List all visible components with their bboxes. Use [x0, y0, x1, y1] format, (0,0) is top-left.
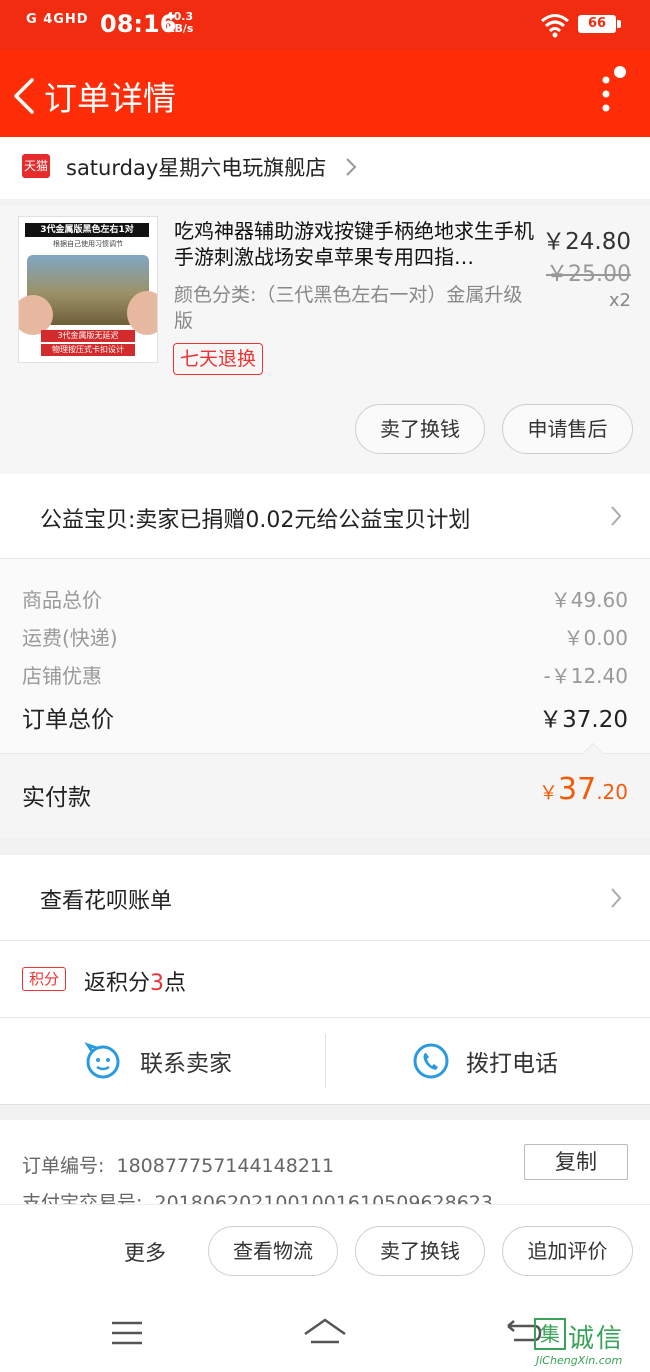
page-title: 订单详情 — [44, 79, 176, 118]
store-row[interactable]: 天猫 saturday星期六电玩旗舰店 — [0, 137, 650, 199]
thumbnail-caption: 3代金属版黑色左右1对 — [25, 223, 149, 237]
product-title[interactable]: 吃鸡神器辅助游戏按键手柄绝地求生手机手游刺激战场安卓苹果专用四指… — [174, 218, 538, 270]
order-number-label: 订单编号: — [22, 1155, 105, 1177]
header: 订单详情 — [0, 50, 650, 137]
points-text: 返积分3点 — [84, 965, 186, 997]
points-number: 3 — [150, 971, 165, 996]
watermark-chars: 诚信 — [568, 1324, 625, 1354]
thumbnail-caption-bottom: 物理按压式卡扣设计 — [41, 344, 135, 356]
watermark-url: JiChengXin.com — [536, 1354, 623, 1367]
product-thumbnail[interactable]: 3代金属版黑色左右1对 根据自己使用习惯调节 3代金属版无延迟 物理按压式卡扣设… — [18, 216, 158, 363]
payment-decimal: .20 — [596, 780, 628, 804]
thumbnail-caption-mid: 3代金属版无延迟 — [41, 330, 135, 342]
status-bar: G 4GHD 08:16 40.3 KB/s 66 — [0, 0, 650, 50]
charity-text: 公益宝贝:卖家已捐赠0.02元给公益宝贝计划 — [40, 508, 471, 533]
tmall-badge: 天猫 — [22, 154, 50, 178]
cost-row-discount: 店铺优惠 -￥12.40 — [22, 660, 628, 690]
copy-button[interactable]: 复制 — [524, 1144, 628, 1180]
product-original-price: ￥25.00 — [546, 262, 631, 287]
add-review-button[interactable]: 追加评价 — [502, 1226, 633, 1276]
sell-for-cash-button[interactable]: 卖了换钱 — [355, 1226, 485, 1276]
order-total-row: 订单总价 ￥37.20 — [22, 700, 628, 733]
hand-right-image — [127, 291, 157, 335]
more-button[interactable]: 更多 — [124, 1237, 166, 1267]
network-speed: 40.3 KB/s — [166, 11, 193, 35]
cost-label: 运费(快递) — [22, 626, 118, 650]
cost-label: 商品总价 — [22, 588, 102, 612]
chevron-right-icon — [611, 888, 622, 908]
points-tag: 积分 — [22, 967, 66, 991]
call-phone-button[interactable]: 拨打电话 — [326, 1018, 650, 1104]
order-total-value: ￥37.20 — [539, 707, 628, 733]
actual-payment-value: ￥37.20 — [539, 772, 628, 807]
points-suffix: 点 — [164, 971, 187, 996]
product-quantity: x2 — [608, 290, 631, 311]
order-info: 订单编号: 180877757144148211 支付宝交易号: 2018062… — [0, 1120, 650, 1210]
signal-indicator: G 4GHD — [26, 12, 89, 27]
contact-seller-label: 联系卖家 — [140, 1051, 232, 1077]
product-spec: 颜色分类:（三代黑色左右一对）金属升级版 — [174, 284, 523, 332]
battery-icon: 66 — [578, 15, 621, 33]
return-policy-tag: 七天退换 — [173, 343, 264, 375]
chevron-right-icon — [346, 158, 357, 176]
store-name[interactable]: saturday星期六电玩旗舰店 — [66, 152, 326, 182]
product-price: ￥24.80 — [542, 229, 631, 255]
cost-value: ￥49.60 — [550, 588, 628, 612]
chevron-right-icon — [611, 506, 622, 526]
sell-for-cash-button[interactable]: 卖了换钱 — [355, 404, 485, 454]
charity-row[interactable]: 公益宝贝:卖家已捐赠0.02元给公益宝贝计划 — [0, 474, 650, 559]
back-chevron-icon[interactable] — [10, 76, 40, 116]
contact-seller-button[interactable]: 联系卖家 — [0, 1018, 325, 1104]
order-number-line: 订单编号: 180877757144148211 — [22, 1151, 334, 1178]
product-card: 3代金属版黑色左右1对 根据自己使用习惯调节 3代金属版无延迟 物理按压式卡扣设… — [0, 206, 650, 474]
more-vertical-icon[interactable] — [596, 72, 616, 116]
currency-symbol: ￥ — [538, 782, 558, 804]
watermark-logo: 集 诚信 JiChengXin.com — [534, 1318, 646, 1368]
after-sales-button[interactable]: 申请售后 — [502, 404, 633, 454]
notification-dot — [614, 66, 626, 78]
cost-label: 店铺优惠 — [22, 664, 102, 688]
actual-payment-label: 实付款 — [22, 785, 91, 811]
watermark-box-char: 集 — [534, 1318, 566, 1350]
huabei-bill-row[interactable]: 查看花呗账单 — [0, 855, 650, 941]
huabei-bill-text: 查看花呗账单 — [40, 889, 173, 914]
cost-row-goods: 商品总价 ￥49.60 — [22, 584, 628, 614]
cost-breakdown: 商品总价 ￥49.60 运费(快递) ￥0.00 店铺优惠 -￥12.40 订单… — [0, 559, 650, 753]
phone-icon — [413, 1043, 449, 1079]
hand-left-image — [19, 295, 53, 335]
cost-value: ￥0.00 — [563, 626, 628, 650]
payment-integer: 37 — [558, 772, 597, 807]
order-number-value: 180877757144148211 — [116, 1155, 335, 1177]
points-prefix: 返积分 — [84, 971, 151, 996]
chat-face-icon — [84, 1042, 120, 1079]
network-speed-unit: KB/s — [166, 22, 194, 35]
cost-value: -￥12.40 — [543, 664, 628, 688]
game-scene-image — [19, 255, 157, 335]
wifi-icon — [541, 14, 569, 38]
view-logistics-button[interactable]: 查看物流 — [208, 1226, 338, 1276]
clock: 08:16 — [100, 10, 177, 38]
cost-row-shipping: 运费(快递) ￥0.00 — [22, 622, 628, 652]
contact-bar: 联系卖家 拨打电话 — [0, 1018, 650, 1105]
bottom-action-bar: 更多 查看物流 卖了换钱 追加评价 — [0, 1204, 650, 1297]
order-total-label: 订单总价 — [22, 707, 114, 733]
menu-icon[interactable] — [112, 1320, 142, 1346]
actual-payment-row: 实付款 ￥37.20 — [0, 743, 650, 838]
thumbnail-subcaption: 根据自己使用习惯调节 — [53, 240, 123, 248]
call-phone-label: 拨打电话 — [466, 1051, 558, 1077]
points-row: 积分 返积分3点 — [0, 941, 650, 1018]
home-icon[interactable] — [303, 1316, 347, 1348]
caret-up-icon — [582, 743, 604, 754]
